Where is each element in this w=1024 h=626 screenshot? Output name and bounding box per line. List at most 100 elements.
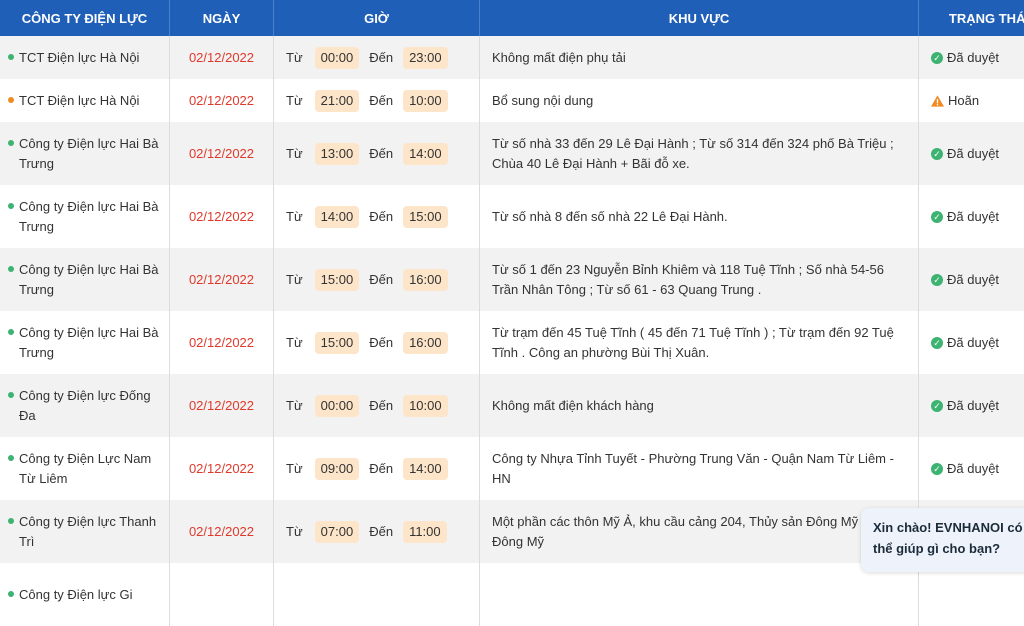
table-header: CÔNG TY ĐIỆN LỰC NGÀY GIỜ KHU VỰC TRẠNG …: [0, 0, 1024, 36]
status-text: Đã duyệt: [947, 270, 999, 290]
company-cell: Công ty Điện lực Hai Bà Trưng: [0, 311, 170, 374]
company-name: Công ty Điện lực Hai Bà Trưng: [19, 323, 161, 363]
company-cell: Công ty Điện Lực Nam Từ Liêm: [0, 437, 170, 500]
company-cell: Công ty Điện lực Đống Đa: [0, 374, 170, 437]
check-circle-icon: ✓: [931, 274, 943, 286]
date-cell: 02/12/2022: [170, 185, 274, 248]
status-cell: ✓ Đã duyệt: [919, 185, 1024, 248]
time-cell: Từ 00:00 Đến 10:00: [274, 374, 480, 437]
orange-dot-icon: [8, 97, 14, 103]
table-row: Công ty Điện lực Gi: [0, 563, 1024, 626]
area-cell: Không mất điện khách hàng: [480, 374, 919, 437]
date-cell: 02/12/2022: [170, 248, 274, 311]
date-cell: 02/12/2022: [170, 374, 274, 437]
to-time: 23:00: [403, 47, 448, 69]
status-text: Đã duyệt: [947, 207, 999, 227]
company-cell: Công ty Điện lực Thanh Trì: [0, 500, 170, 563]
area-cell: Từ số nhà 8 đến số nhà 22 Lê Đại Hành.: [480, 185, 919, 248]
to-time: 14:00: [403, 143, 448, 165]
status-text: Đã duyệt: [947, 396, 999, 416]
status-cell: Hoãn: [919, 79, 1024, 122]
from-time: 15:00: [315, 269, 360, 291]
area-cell: Công ty Nhựa Tỉnh Tuyết - Phường Trung V…: [480, 437, 919, 500]
area-cell: Từ số 1 đến 23 Nguyễn Bỉnh Khiêm và 118 …: [480, 248, 919, 311]
status-cell: ✓Đã duyệt: [919, 374, 1024, 437]
to-time: 11:00: [403, 521, 447, 543]
company-name: TCT Điện lực Hà Nội: [19, 48, 139, 68]
check-circle-icon: ✓: [931, 211, 943, 223]
green-dot-icon: [8, 140, 14, 146]
time-cell: [274, 563, 480, 626]
table-row: Công ty Điện lực Hai Bà Trưng 02/12/2022…: [0, 248, 1024, 311]
col-company-header: CÔNG TY ĐIỆN LỰC: [0, 0, 170, 36]
check-circle-icon: ✓: [931, 148, 943, 160]
company-name: TCT Điện lực Hà Nội: [19, 91, 139, 111]
status-cell: ✓Đã duyệt: [919, 36, 1024, 79]
company-name: Công ty Điện lực Thanh Trì: [19, 512, 161, 552]
date-cell: 02/12/2022: [170, 500, 274, 563]
to-label: Đến: [369, 207, 393, 227]
to-label: Đến: [369, 48, 393, 68]
time-cell: Từ 13:00 Đến 14:00: [274, 122, 480, 185]
to-label: Đến: [369, 333, 393, 353]
area-cell: Từ trạm đến 45 Tuệ Tĩnh ( 45 đến 71 Tuệ …: [480, 311, 919, 374]
from-time: 21:00: [315, 90, 360, 112]
from-time: 14:00: [315, 206, 360, 228]
company-cell: Công ty Điện lực Hai Bà Trưng: [0, 248, 170, 311]
col-area-header: KHU VỰC: [480, 0, 919, 36]
time-cell: Từ 09:00 Đến 14:00: [274, 437, 480, 500]
from-label: Từ: [286, 333, 303, 353]
table-row: TCT Điện lực Hà Nội 02/12/2022 Từ 21:00 …: [0, 79, 1024, 122]
time-cell: Từ 14:00 Đến 15:00: [274, 185, 480, 248]
status-cell: ✓Đã duyệt: [919, 437, 1024, 500]
company-cell: Công ty Điện lực Hai Bà Trưng: [0, 122, 170, 185]
from-time: 07:00: [315, 521, 360, 543]
from-label: Từ: [286, 144, 303, 164]
from-label: Từ: [286, 207, 303, 227]
warning-icon: [931, 95, 944, 107]
status-cell: ✓Đã duyệt: [919, 122, 1024, 185]
area-cell: Bổ sung nội dung: [480, 79, 919, 122]
to-time: 10:00: [403, 395, 448, 417]
company-name: Công ty Điện lực Đống Đa: [19, 386, 161, 426]
status-cell: ✓ Đã duyệt: [919, 248, 1024, 311]
area-cell: Một phần các thôn Mỹ Ả, khu cầu cảng 204…: [480, 500, 919, 563]
company-cell: TCT Điện lực Hà Nội: [0, 36, 170, 79]
from-label: Từ: [286, 270, 303, 290]
area-cell: Từ số nhà 33 đến 29 Lê Đại Hành ; Từ số …: [480, 122, 919, 185]
from-time: 00:00: [315, 395, 360, 417]
time-cell: Từ 00:00 Đến 23:00: [274, 36, 480, 79]
check-circle-icon: ✓: [931, 52, 943, 64]
date-cell: [170, 563, 274, 626]
time-cell: Từ 15:00 Đến 16:00: [274, 248, 480, 311]
table-row: Công ty Điện Lực Nam Từ Liêm 02/12/2022 …: [0, 437, 1024, 500]
status-text: Hoãn: [948, 91, 979, 111]
to-time: 10:00: [403, 90, 448, 112]
from-time: 09:00: [315, 458, 360, 480]
date-cell: 02/12/2022: [170, 79, 274, 122]
table-row: Công ty Điện lực Đống Đa 02/12/2022 Từ 0…: [0, 374, 1024, 437]
date-cell: 02/12/2022: [170, 122, 274, 185]
table-row: TCT Điện lực Hà Nội 02/12/2022 Từ 00:00 …: [0, 36, 1024, 79]
to-time: 16:00: [403, 332, 448, 354]
to-time: 15:00: [403, 206, 448, 228]
green-dot-icon: [8, 266, 14, 272]
company-cell: Công ty Điện lực Hai Bà Trưng: [0, 185, 170, 248]
status-text: Đã duyệt: [947, 333, 999, 353]
from-label: Từ: [286, 91, 303, 111]
company-cell: TCT Điện lực Hà Nội: [0, 79, 170, 122]
green-dot-icon: [8, 329, 14, 335]
status-cell: ✓ Đã duyệt: [919, 311, 1024, 374]
to-time: 16:00: [403, 269, 448, 291]
check-circle-icon: ✓: [931, 337, 943, 349]
from-time: 13:00: [315, 143, 360, 165]
from-label: Từ: [286, 522, 303, 542]
time-cell: Từ 07:00 Đến 11:00: [274, 500, 480, 563]
to-label: Đến: [369, 459, 393, 479]
from-time: 00:00: [315, 47, 360, 69]
green-dot-icon: [8, 54, 14, 60]
to-label: Đến: [369, 522, 393, 542]
chat-bubble[interactable]: Xin chào! EVNHANOI có thể giúp gì cho bạ…: [861, 508, 1024, 572]
to-label: Đến: [369, 396, 393, 416]
from-label: Từ: [286, 48, 303, 68]
